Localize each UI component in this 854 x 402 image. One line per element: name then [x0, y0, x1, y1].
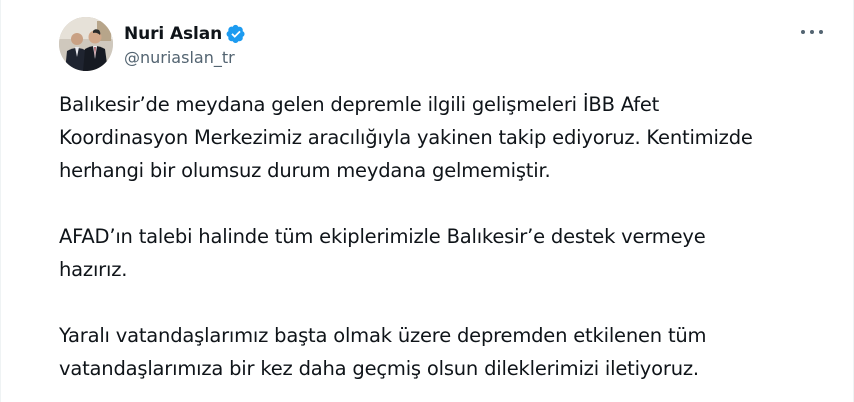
- verified-badge-icon[interactable]: [226, 24, 246, 44]
- more-horizontal-icon-dot: [810, 30, 814, 34]
- tweet-paragraph: Balıkesir’de meydana gelen depremle ilgi…: [59, 88, 819, 187]
- author-info: Nuri Aslan @nuriaslan_tr: [124, 22, 246, 67]
- tweet-line: vatandaşlarımıza bir kez daha geçmiş ols…: [59, 357, 699, 380]
- avatar-photo: [59, 17, 113, 71]
- more-options-button[interactable]: [801, 22, 823, 42]
- tweet-line: herhangi bir olumsuz durum meydana gelme…: [59, 159, 551, 182]
- tweet-line: hazırız.: [59, 258, 128, 281]
- tweet-line: Yaralı vatandaşlarımız başta olmak üzere…: [59, 324, 707, 347]
- tweet-line: Koordinasyon Merkezimiz aracılığıyla yak…: [59, 126, 753, 149]
- author-handle[interactable]: @nuriaslan_tr: [124, 48, 246, 67]
- tweet-paragraph: AFAD’ın talebi halinde tüm ekiplerimizle…: [59, 220, 819, 286]
- author-display-name[interactable]: Nuri Aslan: [124, 24, 222, 44]
- tweet-line: AFAD’ın talebi halinde tüm ekiplerimizle…: [59, 225, 706, 248]
- tweet-card: Nuri Aslan @nuriaslan_tr Balıkesir’de me…: [0, 0, 854, 402]
- more-horizontal-icon-dot: [819, 30, 823, 34]
- more-horizontal-icon: [801, 30, 805, 34]
- tweet-line: Balıkesir’de meydana gelen depremle ilgi…: [59, 93, 660, 116]
- tweet-text: Balıkesir’de meydana gelen depremle ilgi…: [59, 88, 819, 385]
- avatar[interactable]: [59, 17, 113, 71]
- name-row: Nuri Aslan: [124, 22, 246, 46]
- tweet-header: Nuri Aslan @nuriaslan_tr: [59, 16, 246, 72]
- tweet-paragraph: Yaralı vatandaşlarımız başta olmak üzere…: [59, 319, 819, 385]
